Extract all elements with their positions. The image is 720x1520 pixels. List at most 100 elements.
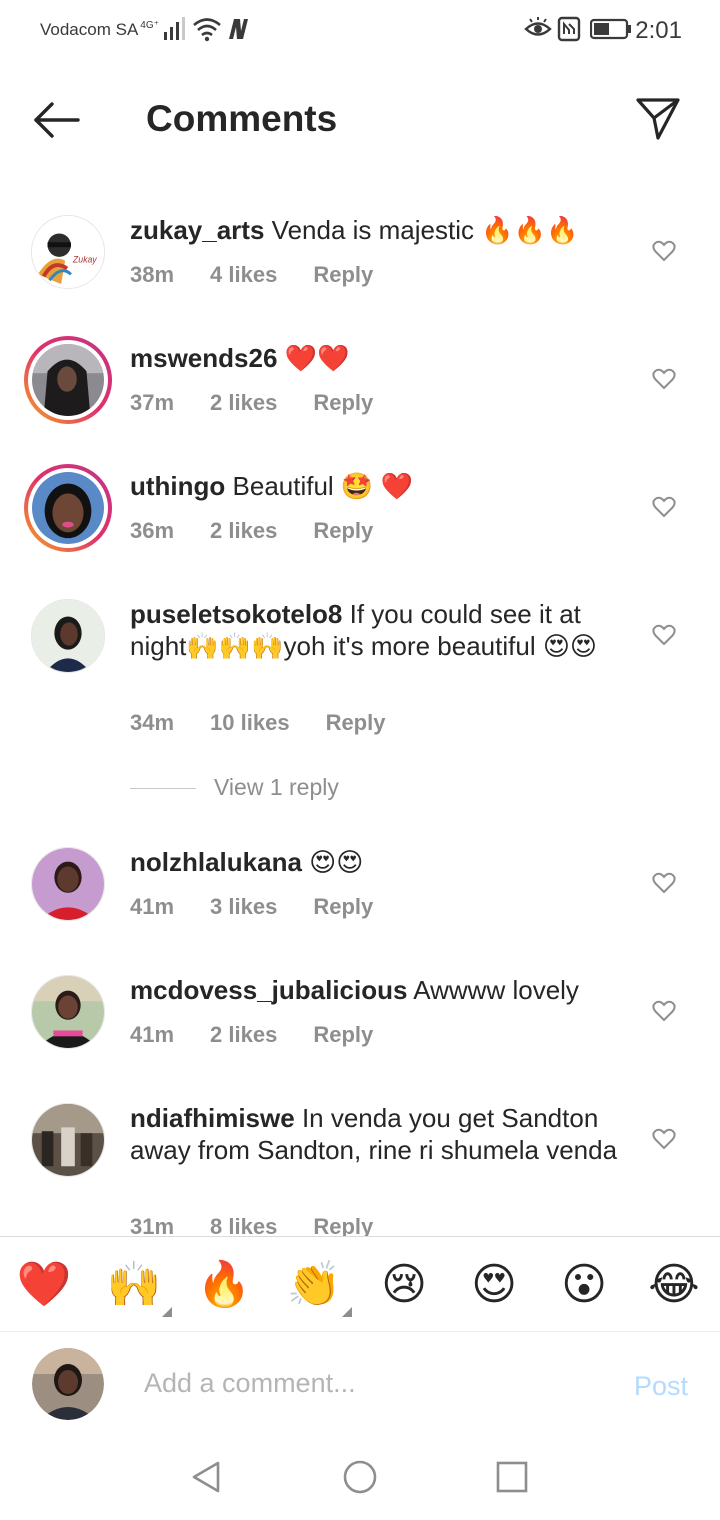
back-arrow-icon[interactable] [30,98,82,142]
like-heart-icon[interactable] [652,368,676,390]
avatar[interactable]: Zukay [24,208,112,296]
nfc-n-icon [229,19,248,39]
avatar[interactable] [24,840,112,928]
reaction-clap-emoji: 👏 [286,1260,342,1309]
nav-home-icon[interactable] [340,1457,380,1497]
comments-list[interactable]: Zukay zukay_arts Venda is majestic 🔥🔥🔥 3… [0,174,720,1236]
quick-reactions-bar: ❤️ 🙌 🔥 👏 😢 😍 😮 😂 [0,1236,720,1332]
comment-time: 34m [130,710,175,735]
send-direct-icon[interactable] [634,94,682,142]
reply-button[interactable]: Reply [313,518,373,543]
comment-meta: 41m 2 likes Reply [130,1022,409,1048]
avatar[interactable] [24,968,112,1056]
comment-text: mswends26 ❤️❤️ [130,342,630,374]
reaction-fire-button[interactable]: 🔥 [194,1259,254,1311]
comment-meta: 34m 10 likes Reply [130,710,421,736]
skin-tone-indicator-icon [162,1307,172,1317]
comment-username[interactable]: mswends26 [130,343,277,373]
avatar[interactable] [24,592,112,680]
reply-button[interactable]: Reply [326,710,386,735]
comment-username[interactable]: nolzhlalukana [130,847,302,877]
reply-button[interactable]: Reply [313,894,373,919]
comment-text: mcdovess_jubalicious Awwww lovely [130,974,630,1006]
carrier-label: Vodacom SA 4G⁺ [40,20,159,40]
reply-button[interactable]: Reply [313,390,373,415]
comment-text: ndiafhimiswe In venda you get Sandton aw… [130,1102,630,1166]
reaction-laughing-button[interactable]: 😂 [644,1259,704,1311]
carrier-name: Vodacom SA [40,20,139,39]
view-replies-link[interactable]: View 1 reply [130,774,339,801]
my-avatar [32,1348,104,1420]
comment-meta: 36m 2 likes Reply [130,518,409,544]
comment-meta: 38m 4 likes Reply [130,262,409,288]
comment-time: 41m [130,1022,175,1047]
comment-meta: 41m 3 likes Reply [130,894,409,920]
like-heart-icon[interactable] [652,240,676,262]
battery-icon [590,18,631,40]
view-replies-label[interactable]: View 1 reply [214,774,339,800]
comment-content: Beautiful 🤩 ❤️ [232,471,413,501]
reply-button[interactable]: Reply [313,1214,373,1236]
reaction-crying-button[interactable]: 😢 [374,1259,434,1311]
avatar-image [32,976,104,1048]
comment-content: ❤️❤️ [284,343,350,373]
avatar[interactable] [24,464,112,552]
comment-time: 38m [130,262,175,287]
comment-username[interactable]: ndiafhimiswe [130,1103,295,1133]
comment-likes[interactable]: 2 likes [210,518,277,543]
post-button[interactable]: Post [634,1371,688,1402]
comment-likes[interactable]: 2 likes [210,1022,277,1047]
reaction-heart-button[interactable]: ❤️ [14,1259,74,1311]
comment-username[interactable]: uthingo [130,471,225,501]
avatar-image [32,344,104,416]
comment-content: 😍😍 [309,847,364,877]
like-heart-icon[interactable] [652,496,676,518]
nav-back-icon[interactable] [186,1457,226,1497]
avatar[interactable] [24,336,112,424]
status-bar: Vodacom SA 4G⁺ 2:01 [0,0,720,62]
avatar-image [32,600,104,672]
like-heart-icon[interactable] [652,624,676,646]
reply-button[interactable]: Reply [313,1022,373,1047]
reaction-clap-button[interactable]: 👏 [284,1259,352,1317]
system-nav-bar [0,1437,720,1520]
comment-username[interactable]: puseletsokotelo8 [130,599,342,629]
comment-time: 31m [130,1214,175,1236]
comment-time: 41m [130,894,175,919]
comment-input[interactable] [144,1363,604,1403]
svg-text:Zukay: Zukay [72,255,97,265]
avatar-image: Zukay [32,216,104,288]
comment-username[interactable]: zukay_arts [130,215,264,245]
comment-content: Venda is majestic 🔥🔥🔥 [271,215,579,245]
avatar-image [32,848,104,920]
comment-likes[interactable]: 10 likes [210,710,290,735]
comment-time: 37m [130,390,175,415]
like-heart-icon[interactable] [652,1128,676,1150]
clock: 2:01 [635,17,682,44]
reaction-surprised-button[interactable]: 😮 [554,1259,614,1311]
comment-likes[interactable]: 4 likes [210,262,277,287]
eye-icon [524,17,552,36]
comment-likes[interactable]: 2 likes [210,390,277,415]
like-heart-icon[interactable] [652,872,676,894]
reaction-raised-hands-button[interactable]: 🙌 [104,1259,172,1317]
header: Comments [0,62,720,174]
comment-composer: Post [0,1333,720,1437]
nav-recents-icon[interactable] [492,1457,532,1497]
like-heart-icon[interactable] [652,1000,676,1022]
comment-username[interactable]: mcdovess_jubalicious [130,975,407,1005]
reply-button[interactable]: Reply [313,262,373,287]
comment-likes[interactable]: 3 likes [210,894,277,919]
comment-text: puseletsokotelo8 If you could see it at … [130,598,630,662]
signal-icon [164,17,185,40]
avatar-image [32,472,104,544]
comment-text: uthingo Beautiful 🤩 ❤️ [130,470,630,502]
comment-likes[interactable]: 8 likes [210,1214,277,1236]
comment-meta: 31m 8 likes Reply [130,1214,409,1236]
comment-text: nolzhlalukana 😍😍 [130,846,630,878]
reaction-heart-eyes-button[interactable]: 😍 [464,1259,524,1311]
page-title: Comments [146,98,338,139]
comment-text: zukay_arts Venda is majestic 🔥🔥🔥 [130,214,630,246]
avatar[interactable] [24,1096,112,1184]
nfc-icon [557,16,581,42]
